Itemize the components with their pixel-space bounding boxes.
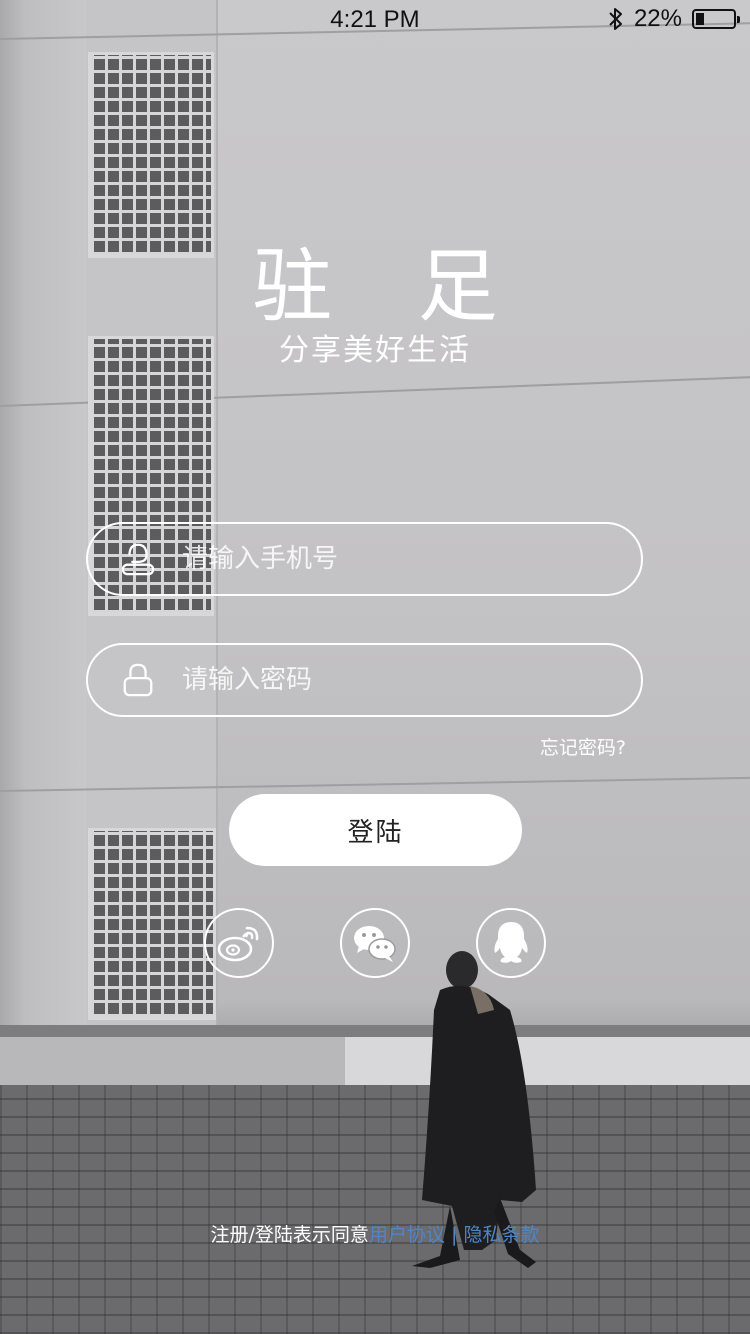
building-edge	[0, 0, 24, 1030]
password-input[interactable]	[180, 664, 584, 696]
status-bar: 4:21 PM 22%	[0, 0, 750, 40]
agreement-prefix: 注册/登陆表示同意	[210, 1224, 369, 1246]
wechat-login-button[interactable]	[340, 908, 410, 978]
wechat-icon	[354, 926, 396, 962]
qq-login-button[interactable]	[476, 908, 546, 978]
social-login-group	[0, 908, 750, 982]
password-field[interactable]	[86, 643, 643, 717]
app-title: 驻 足	[252, 240, 528, 333]
lock-icon	[120, 662, 156, 698]
status-right-group: 22%	[608, 5, 740, 33]
weibo-login-button[interactable]	[204, 908, 274, 978]
battery-level-fill	[696, 13, 704, 25]
cobblestone-ground	[0, 1085, 750, 1334]
battery-percentage: 22%	[633, 5, 682, 32]
bluetooth-icon	[609, 8, 622, 30]
agreement-separator: |	[444, 1224, 464, 1246]
qq-icon	[494, 922, 528, 963]
app-subtitle: 分享美好生活	[279, 333, 471, 368]
login-button[interactable]: 登陆	[229, 794, 522, 866]
phone-input[interactable]	[180, 543, 584, 575]
forgot-password-link[interactable]: 忘记密码?	[540, 733, 626, 760]
login-screen: 4:21 PM 22% 驻 足 分享美好生活 请输入手机号 忘记密码? 登陆 注…	[0, 0, 750, 1334]
battery-icon	[692, 9, 740, 29]
agreement-text: 注册/登陆表示同意用户协议 | 隐私条款	[0, 1220, 750, 1247]
phone-field[interactable]	[86, 522, 643, 596]
building-pillar	[24, 0, 86, 1030]
privacy-policy-link[interactable]: 隐私条款	[463, 1224, 539, 1246]
weibo-icon	[217, 926, 259, 962]
stone-step	[0, 1025, 750, 1085]
user-icon	[120, 541, 156, 577]
user-agreement-link[interactable]: 用户协议	[369, 1224, 445, 1246]
